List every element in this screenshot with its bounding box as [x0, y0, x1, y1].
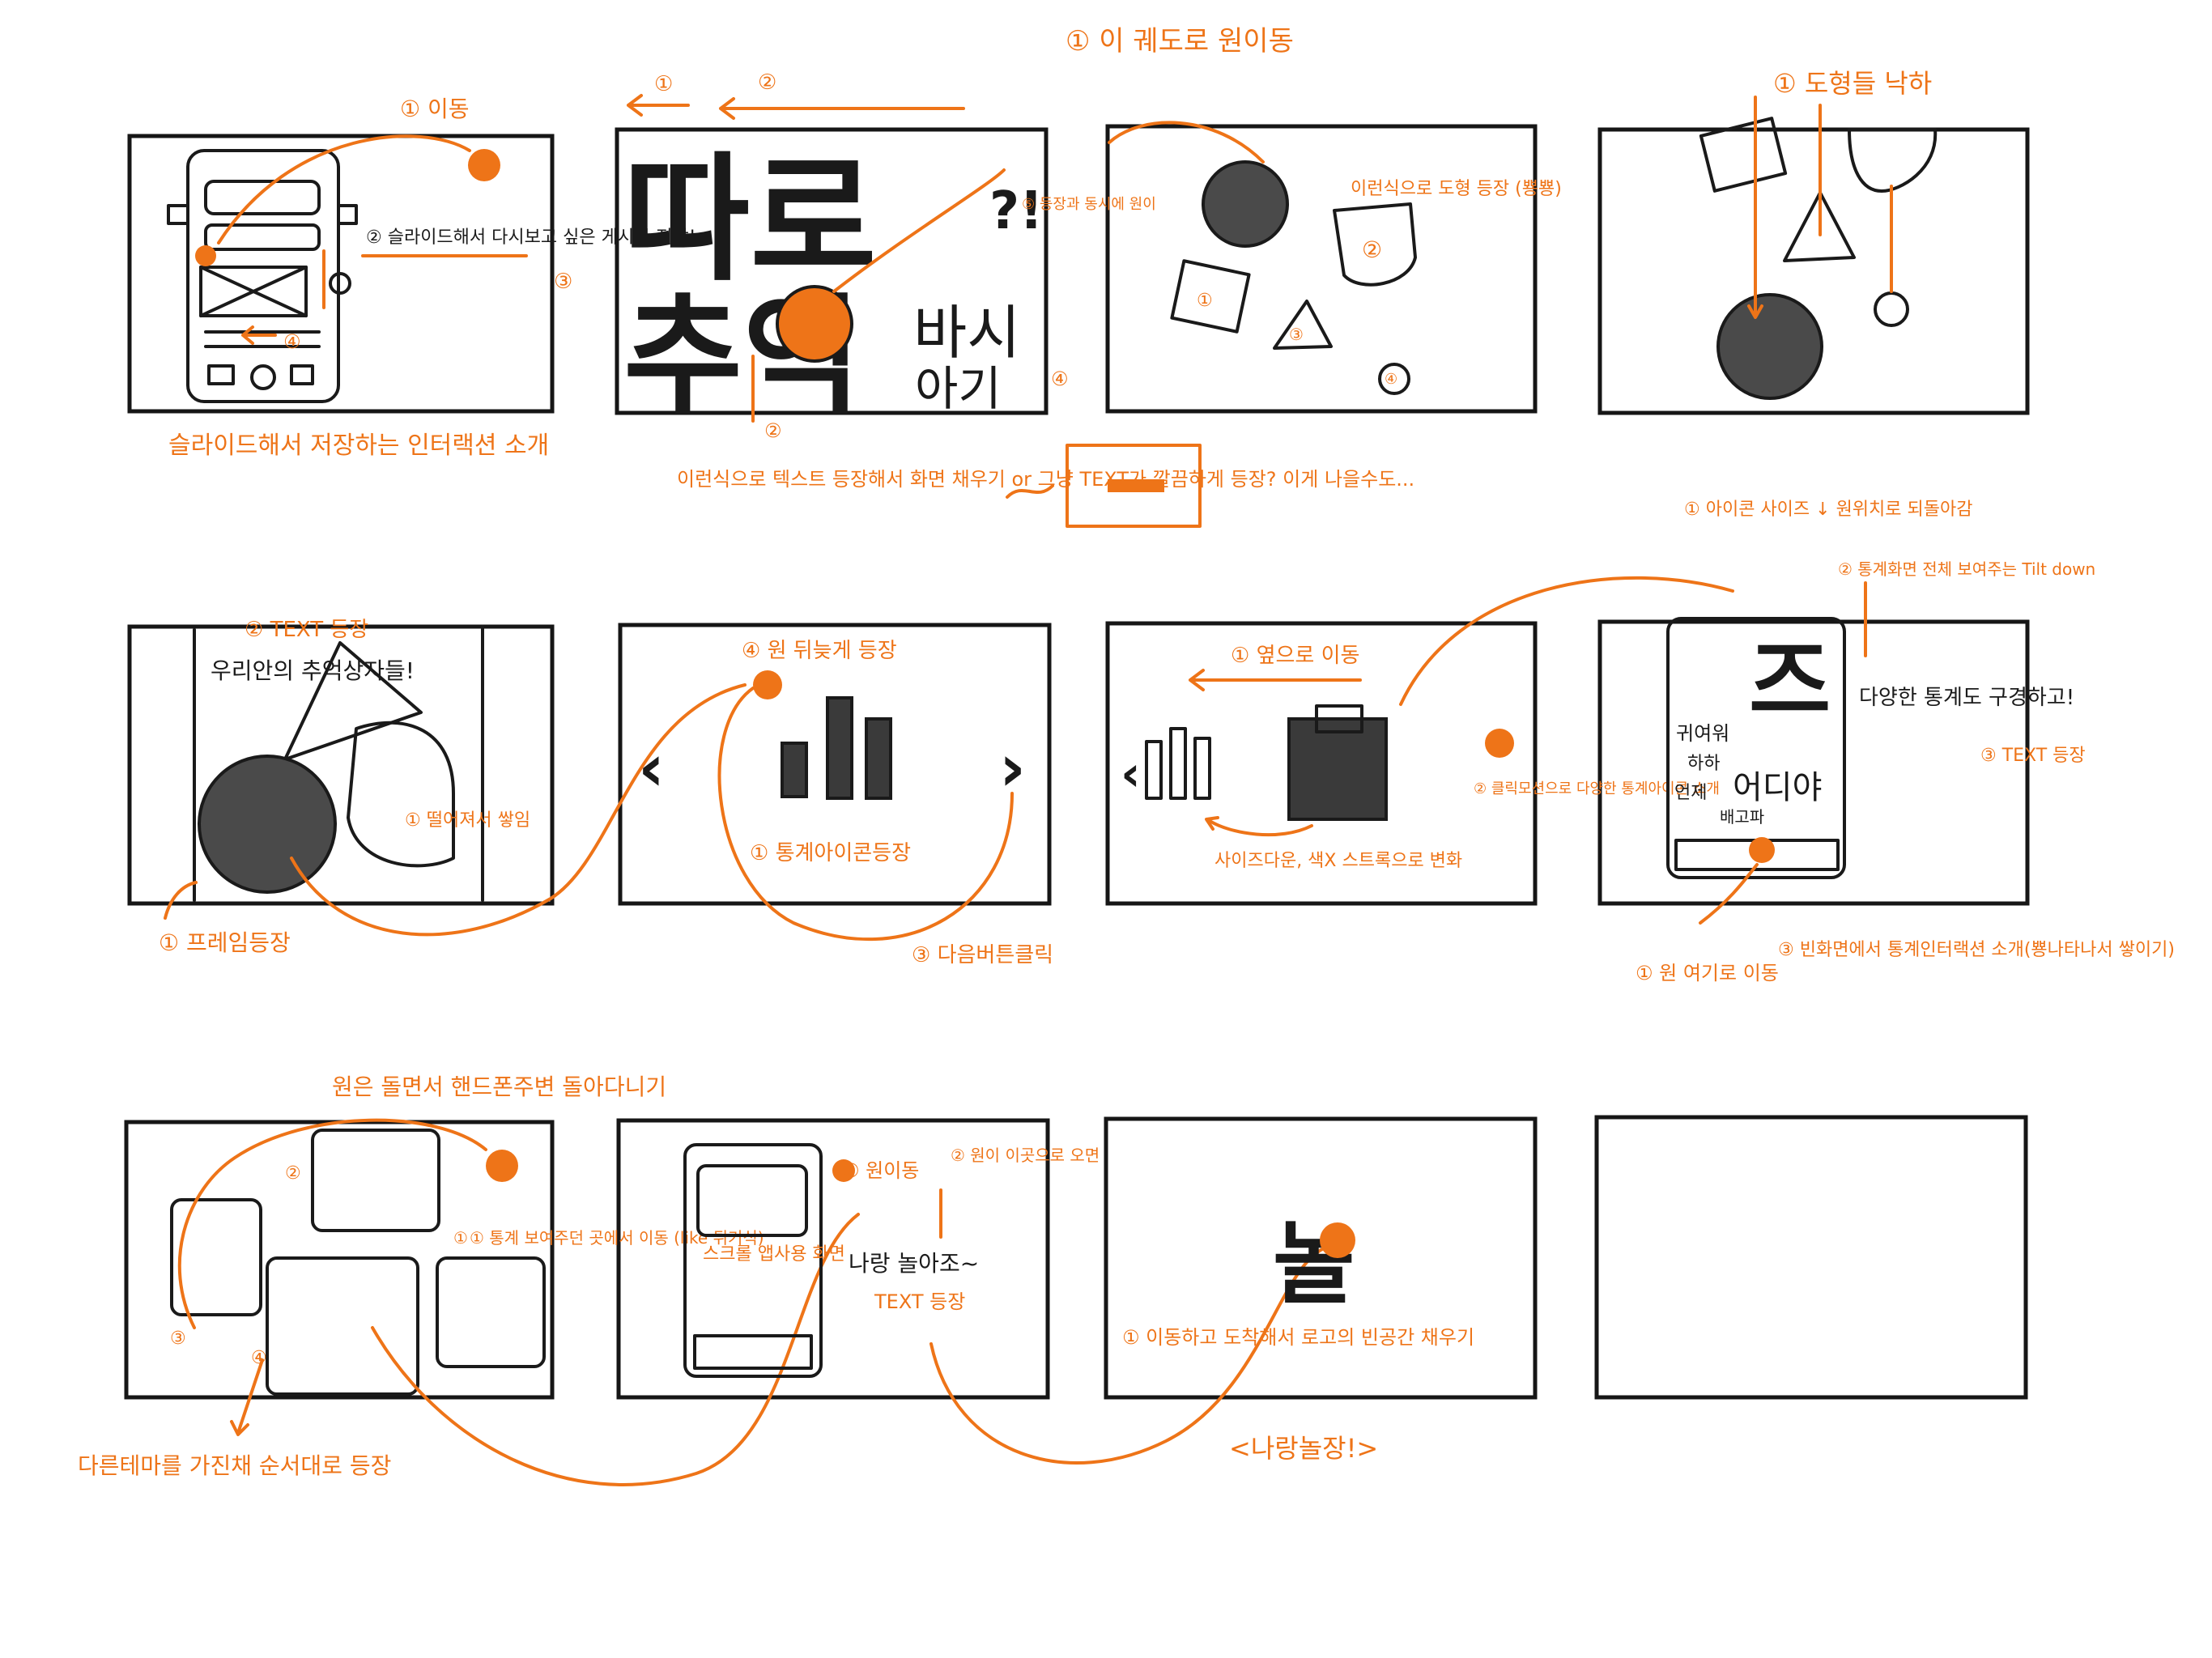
panel-1-orange-circle: [468, 149, 500, 181]
panel-6-next-note: ③ 다음버튼클릭: [912, 943, 1053, 967]
panel-2-top-arrow-2: [627, 94, 690, 117]
panel-8-phone-text-5: 배고파: [1720, 807, 1764, 827]
panel-7-size-note: 사이즈다운, 색X 스트록으로 변화: [1214, 851, 1462, 871]
panel-2-caption: 이런식으로 텍스트 등장해서 화면 채우기 or 그냥 TEXT가 깔끔하게 등…: [677, 468, 1414, 491]
panel-4-top-note: ① 도형들 낙하: [1773, 68, 1932, 99]
storyboard: ① 이동 ② 슬라이드해서 다시보고 싶은 게시물 저장! ③ ④ 슬라이드해서…: [78, 25, 2175, 1486]
panel-2-arrow-2-label: ②: [758, 70, 776, 95]
panel-1-orange-dot: [195, 245, 216, 266]
panel-2-text-box-bar: [1108, 479, 1164, 492]
panel-8-phone-text-2: 하하: [1687, 754, 1720, 774]
storyboard-frame-3: [1105, 124, 1538, 414]
panel-3-top-note: ① 이 궤도로 원이동: [1066, 25, 1294, 57]
panel-8-phone-text-3: 언제: [1674, 783, 1707, 803]
panel-2-arrow-1-label: ①: [654, 72, 673, 96]
panel-2-appear-note: ⑤ 등장과 동시에 원이: [1022, 196, 1156, 213]
panel-2-top-arrow: [719, 97, 965, 120]
panel-6-bar-2: [826, 696, 853, 800]
panel-2-big-text-1: 따로: [623, 140, 877, 300]
panel-9-n1: ①: [453, 1228, 468, 1248]
panel-7-clipboard: [1287, 717, 1388, 821]
panel-1-caption: 슬라이드해서 저장하는 인터랙션 소개: [168, 432, 549, 460]
panel-3-big-circle: [1202, 160, 1289, 248]
panel-7-click-dot: [1485, 729, 1514, 758]
panel-8-big-letter: 즈: [1749, 630, 1831, 733]
panel-6-bar-3: [865, 717, 892, 800]
panel-10-enter-note: ② 원이 이곳으로 오면: [951, 1146, 1100, 1165]
panel-9-orange-circle: [486, 1150, 518, 1182]
panel-6-orange-circle: [753, 670, 782, 699]
panel-3-n2: ②: [1362, 236, 1382, 263]
panel-6-icon-note: ① 통계아이콘등장: [750, 841, 911, 865]
panel-8-icon-size-note: ① 아이콘 사이즈 ↓ 원위치로 되돌아감: [1684, 500, 1972, 520]
panel-2-num-4: ④: [1051, 368, 1069, 390]
panel-8-circle-note: ① 원 여기로 이동: [1636, 962, 1779, 984]
panel-2-orange-circle: [776, 285, 853, 363]
panel-10-text-1: 나랑 놀아조~: [849, 1250, 979, 1277]
panel-10-text-2: TEXT 등장: [874, 1290, 965, 1313]
panel-9-n3: ③: [170, 1329, 186, 1349]
panel-3-n4: ④: [1385, 371, 1397, 388]
panel-11-fill-note: ① 이동하고 도착해서 로고의 빈공간 채우기: [1122, 1326, 1474, 1349]
panel-1-num-4: ④: [283, 330, 301, 353]
panel-5-frame-note: ① 프레임등장: [159, 929, 291, 956]
panel-3-side-note: 이런식으로 도형 등장 (뿅뿅): [1351, 179, 1562, 199]
panel-8-orange-dot: [1749, 837, 1775, 863]
panel-5-fall-note: ① 떨어져서 쌓임: [405, 810, 530, 831]
panel-2-num-2: ②: [764, 419, 782, 442]
panel-5-text-note: ② TEXT 등장: [245, 618, 368, 642]
panel-4-circle: [1716, 293, 1823, 400]
panel-9-n2: ②: [285, 1163, 301, 1184]
panel-9-top-note: 원은 돌면서 핸드폰주변 돌아다니기: [332, 1073, 666, 1100]
panel-8-phone-text-4: 어디야: [1733, 769, 1822, 806]
panel-10-screen-note: 스크롤 앱사용 화면: [703, 1244, 845, 1265]
panel-7-back-arrow: ‹: [1121, 746, 1141, 802]
panel-7-move-note: ① 옆으로 이동: [1231, 644, 1359, 668]
panel-3-n1: ①: [1197, 291, 1213, 311]
panel-6-bar-1: [781, 742, 808, 798]
panel-5-circle: [198, 755, 337, 894]
panel-6-circle-note: ④ 원 뒤늦게 등장: [742, 639, 897, 663]
panel-8-full-note: ② 통계화면 전체 보여주는 Tilt down: [1838, 559, 2095, 579]
panel-3-n3: ③: [1289, 325, 1304, 344]
panel-2-side-text-2: 아기: [915, 361, 1002, 416]
panel-1-num-3: ③: [554, 270, 572, 294]
storyboard-frame-12: [1594, 1115, 2028, 1400]
panel-8-interaction-note: ③ 빈화면에서 통계인터랙션 소개(뿅나타나서 쌓이기): [1778, 940, 2175, 960]
panel-10-move-note: ① 원이동: [842, 1159, 919, 1182]
panel-11-slogan: <나랑놀장!>: [1229, 1433, 1378, 1464]
panel-2-side-text-1: 바시: [913, 299, 1020, 367]
panel-1-move-note: ① 이동: [400, 96, 470, 122]
panel-8-text-appear: ③ TEXT 등장: [1980, 746, 2086, 766]
panel-8-phone-text-1: 귀여워: [1676, 722, 1729, 745]
panel-8-side-text: 다양한 통계도 구경하고!: [1859, 686, 2074, 710]
panel-9-bottom-note: 다른테마를 가진채 순서대로 등장: [78, 1452, 391, 1479]
panel-11-orange-dot: [1320, 1222, 1355, 1258]
